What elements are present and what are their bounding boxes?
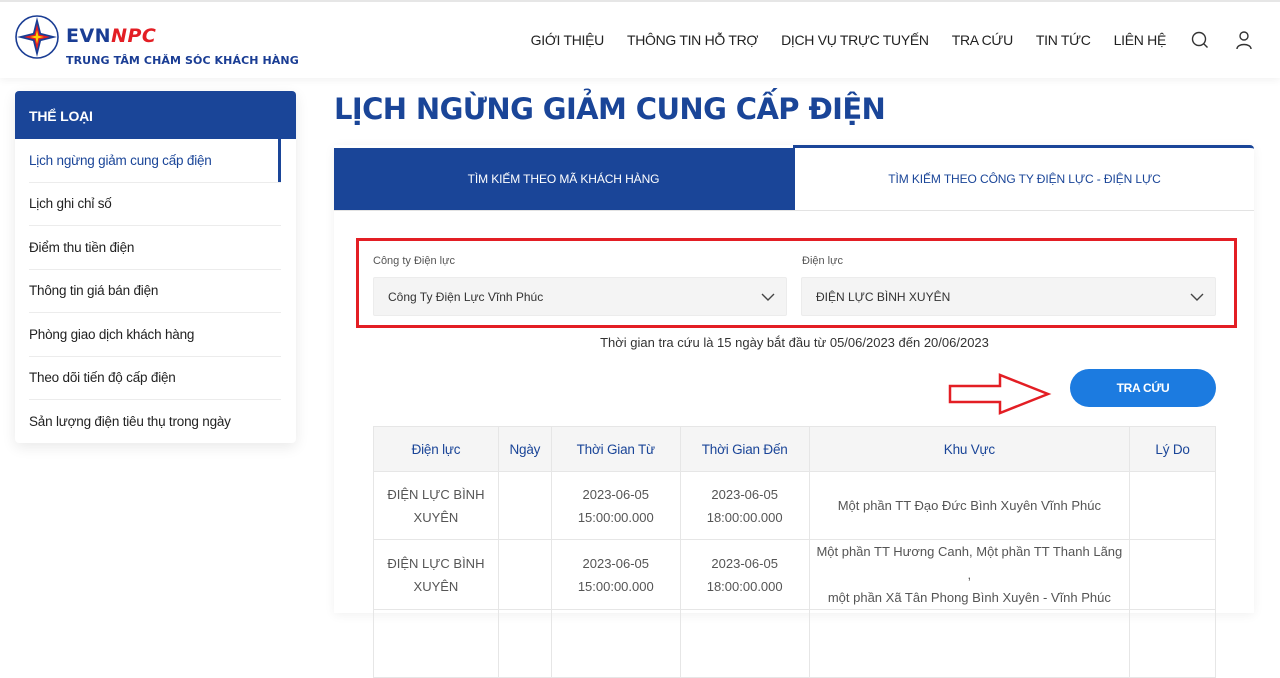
- tab-search-by-company[interactable]: TÌM KIẾM THEO CÔNG TY ĐIỆN LỰC - ĐIỆN LỰ…: [793, 145, 1254, 210]
- main-nav: GIỚI THIỆU THÔNG TIN HỖ TRỢ DỊCH VỤ TRỰC…: [531, 30, 1254, 50]
- cell-dien-luc: ĐIỆN LỰC BÌNH XUYÊN: [373, 471, 499, 540]
- sidebar-title: THỂ LOẠI: [15, 91, 296, 139]
- sidebar-item-gia-ban-dien[interactable]: Thông tin giá bán điện: [29, 270, 281, 313]
- nav-lien-he[interactable]: LIÊN HỆ: [1114, 32, 1167, 48]
- cell-text: một phần Xã Tân Phong Bình Xuyên - Vĩnh …: [827, 590, 1111, 605]
- chevron-down-icon: [1190, 293, 1204, 301]
- branch-select-value: ĐIỆN LỰC BÌNH XUYÊN: [816, 289, 951, 304]
- page-title: LỊCH NGỪNG GIẢM CUNG CẤP ĐIỆN: [334, 92, 886, 126]
- cell-text: 15:00:00.000: [577, 578, 654, 594]
- sidebar-item-phong-giao-dich[interactable]: Phòng giao dịch khách hàng: [29, 313, 281, 357]
- column-header-khu-vuc[interactable]: Khu Vực: [808, 426, 1131, 472]
- company-label: Công ty Điện lực: [373, 255, 455, 267]
- column-header-dien-luc[interactable]: Điện lực: [373, 426, 499, 472]
- nav-dich-vu-truc-tuyen[interactable]: DỊCH VỤ TRỰC TUYẾN: [781, 32, 929, 48]
- brand-subtitle: TRUNG TÂM CHĂM SÓC KHÁCH HÀNG: [66, 54, 299, 67]
- nav-thong-tin-ho-tro[interactable]: THÔNG TIN HỖ TRỢ: [627, 32, 758, 48]
- cell-dien-luc: ĐIỆN LỰC BÌNH XUYÊN: [373, 539, 499, 610]
- cell-khu-vuc: Một phần TT Hương Canh, Một phần TT Than…: [808, 539, 1131, 610]
- cell-empty: [808, 609, 1131, 678]
- search-button[interactable]: TRA CỨU: [1070, 369, 1216, 407]
- cell-text: 15:00:00.000: [577, 509, 654, 525]
- column-header-thoi-gian-tu[interactable]: Thời Gian Từ: [550, 426, 681, 472]
- cell-khu-vuc: Một phần TT Đạo Đức Bình Xuyên Vĩnh Phúc: [808, 471, 1131, 540]
- cell-ly-do: [1129, 539, 1216, 610]
- cell-empty: [373, 609, 499, 678]
- cell-text: XUYÊN: [413, 509, 459, 525]
- brand-name: EVNNPC: [66, 25, 157, 47]
- category-sidebar: THỂ LOẠI Lịch ngừng giảm cung cấp điện L…: [15, 91, 296, 443]
- evn-logo-icon: [15, 15, 59, 59]
- cell-ngay: [497, 539, 552, 610]
- cell-thoi-gian-tu: 2023-06-05 15:00:00.000: [550, 471, 681, 540]
- cell-ly-do: [1129, 471, 1216, 540]
- branch-select[interactable]: ĐIỆN LỰC BÌNH XUYÊN: [801, 277, 1216, 316]
- table-header-row: Điện lực Ngày Thời Gian Từ Thời Gian Đến…: [373, 426, 1216, 472]
- table-row-partial: [373, 609, 1216, 678]
- cell-text: 2023-06-05: [582, 486, 650, 502]
- nav-gioi-thieu[interactable]: GIỚI THIỆU: [531, 32, 605, 48]
- search-period-text: Thời gian tra cứu là 15 ngày bắt đầu từ …: [600, 335, 989, 350]
- sidebar-item-lich-ngung-giam[interactable]: Lịch ngừng giảm cung cấp điện: [29, 139, 281, 183]
- site-header: EVNNPC TRUNG TÂM CHĂM SÓC KHÁCH HÀNG GIỚ…: [0, 0, 1280, 78]
- company-select[interactable]: Công Ty Điện Lực Vĩnh Phúc: [373, 277, 787, 316]
- search-panel: TÌM KIẾM THEO MÃ KHÁCH HÀNG TÌM KIẾM THE…: [334, 145, 1254, 678]
- search-icon[interactable]: [1190, 30, 1210, 50]
- cell-empty: [679, 609, 810, 678]
- cell-thoi-gian-tu: 2023-06-05 15:00:00.000: [550, 539, 681, 610]
- column-header-ngay[interactable]: Ngày: [497, 426, 552, 472]
- nav-tin-tuc[interactable]: TIN TỨC: [1036, 32, 1091, 48]
- cell-text: 2023-06-05: [711, 555, 778, 571]
- cell-text: 18:00:00.000: [706, 509, 783, 525]
- chevron-down-icon: [761, 293, 775, 301]
- sidebar-item-lich-ghi-chi-so[interactable]: Lịch ghi chỉ số: [29, 183, 281, 226]
- company-select-value: Công Ty Điện Lực Vĩnh Phúc: [388, 289, 544, 304]
- cell-empty: [497, 609, 552, 678]
- cell-empty: [1129, 609, 1216, 678]
- cell-ngay: [497, 471, 552, 540]
- cell-text: 2023-06-05: [711, 486, 778, 502]
- annotation-arrow-icon: [948, 373, 1052, 415]
- cell-text: 18:00:00.000: [706, 578, 783, 594]
- cell-text: Một phần TT Đạo Đức Bình Xuyên Vĩnh Phúc: [837, 498, 1102, 513]
- search-tabs: TÌM KIẾM THEO MÃ KHÁCH HÀNG TÌM KIẾM THE…: [334, 145, 1254, 211]
- search-period-info: Thời gian tra cứu là 15 ngày bắt đầu từ …: [334, 335, 1254, 350]
- branch-label: Điện lực: [802, 255, 843, 267]
- table-row: ĐIỆN LỰC BÌNH XUYÊN 2023-06-05 15:00:00.00…: [373, 539, 1216, 610]
- sidebar-item-tien-do-cap-dien[interactable]: Theo dõi tiến độ cấp điện: [29, 357, 281, 400]
- user-icon[interactable]: [1234, 30, 1254, 50]
- sidebar-list: Lịch ngừng giảm cung cấp điện Lịch ghi c…: [15, 139, 296, 444]
- cell-thoi-gian-den: 2023-06-05 18:00:00.000: [679, 471, 810, 540]
- cell-text: 2023-06-05: [582, 555, 650, 571]
- tab-search-by-customer-code[interactable]: TÌM KIẾM THEO MÃ KHÁCH HÀNG: [334, 148, 793, 210]
- cell-empty: [550, 609, 681, 678]
- cell-text: Một phần TT Hương Canh, Một phần TT Than…: [816, 544, 1123, 582]
- nav-tra-cuu[interactable]: TRA CỨU: [952, 32, 1014, 48]
- cell-text: ĐIỆN LỰC BÌNH: [387, 555, 485, 571]
- logo[interactable]: [14, 14, 60, 60]
- cell-thoi-gian-den: 2023-06-05 18:00:00.000: [679, 539, 810, 610]
- outage-schedule-table: Điện lực Ngày Thời Gian Từ Thời Gian Đến…: [373, 426, 1216, 678]
- cell-text: XUYÊN: [413, 578, 459, 594]
- cell-text: ĐIỆN LỰC BÌNH: [387, 486, 485, 502]
- sidebar-item-diem-thu-tien[interactable]: Điểm thu tiền điện: [29, 226, 281, 270]
- table-row: ĐIỆN LỰC BÌNH XUYÊN 2023-06-05 15:00:00.00…: [373, 471, 1216, 540]
- column-header-ly-do[interactable]: Lý Do: [1129, 426, 1216, 472]
- sidebar-item-san-luong-dien[interactable]: Sản lượng điện tiêu thụ trong ngày: [29, 400, 281, 444]
- column-header-thoi-gian-den[interactable]: Thời Gian Đến: [679, 426, 810, 472]
